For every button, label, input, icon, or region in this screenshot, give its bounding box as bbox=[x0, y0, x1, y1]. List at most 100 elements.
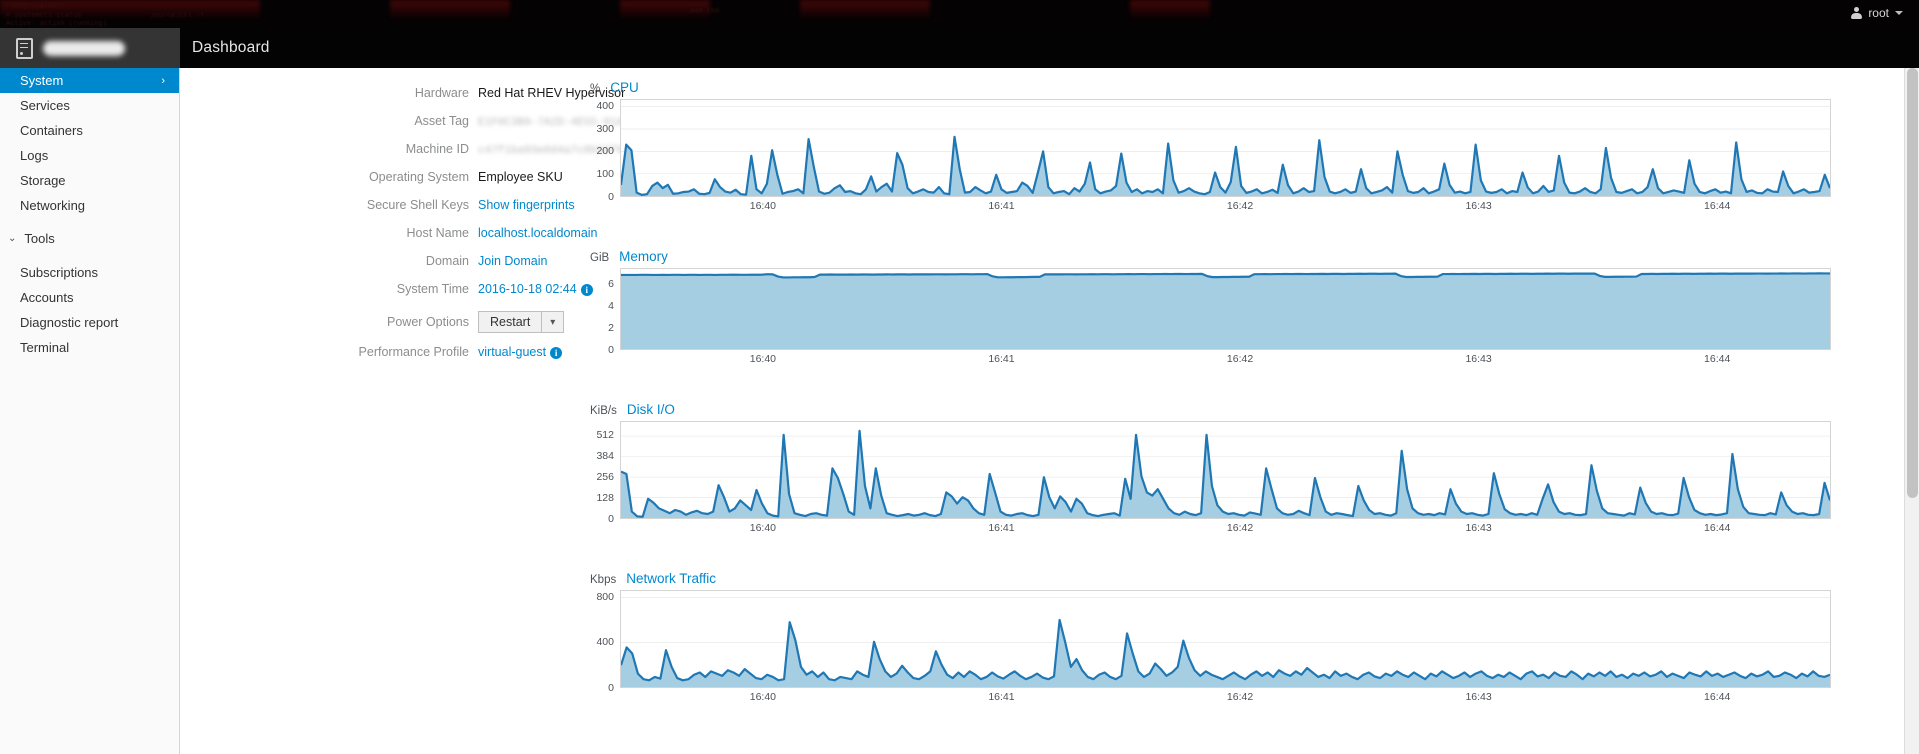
info-label: Asset Tag bbox=[298, 114, 478, 128]
x-tick-label: 16:41 bbox=[988, 522, 1014, 534]
system-time-link[interactable]: 2016-10-18 02:44 bbox=[478, 282, 577, 296]
join-domain-link[interactable]: Join Domain bbox=[478, 254, 547, 268]
sidebar-group-tools[interactable]: ⌄ Tools bbox=[0, 226, 179, 251]
sidebar-group-label: Tools bbox=[24, 231, 54, 246]
chart-title-link[interactable]: Disk I/O bbox=[627, 402, 675, 417]
strip-text-2: Active: active (running) bbox=[6, 20, 107, 28]
brand-host-button[interactable] bbox=[0, 28, 180, 68]
chart-plot-area: 0246 bbox=[586, 268, 1831, 350]
x-tick-label: 16:40 bbox=[750, 691, 776, 703]
performance-profile-info-icon[interactable]: i bbox=[550, 347, 562, 359]
sidebar-item-system[interactable]: System › bbox=[0, 68, 179, 93]
strip-text-0: root@localhost:~ bbox=[6, 3, 73, 11]
sidebar-item-containers[interactable]: Containers bbox=[0, 118, 179, 143]
chevron-down-icon bbox=[1895, 11, 1903, 15]
y-tick-label: 0 bbox=[608, 344, 614, 356]
info-label: Power Options bbox=[298, 315, 478, 329]
sidebar-item-label: Accounts bbox=[20, 290, 73, 305]
y-axis: 0100200300400 bbox=[586, 99, 618, 197]
sidebar-item-services[interactable]: Services bbox=[0, 93, 179, 118]
strip-text-3: journalctl -f bbox=[150, 12, 205, 20]
sidebar-item-label: Diagnostic report bbox=[20, 315, 118, 330]
y-tick-label: 200 bbox=[596, 145, 614, 157]
y-tick-label: 512 bbox=[596, 429, 614, 441]
host-name-link[interactable]: localhost.localdomain bbox=[478, 226, 598, 240]
info-label: Performance Profile bbox=[298, 345, 478, 359]
y-tick-label: 6 bbox=[608, 278, 614, 290]
plot-canvas bbox=[620, 590, 1831, 688]
x-tick-label: 16:43 bbox=[1465, 522, 1491, 534]
sidebar-item-label: Logs bbox=[20, 148, 48, 163]
chart-plot-area: 0400800 bbox=[586, 590, 1831, 688]
user-icon bbox=[1851, 7, 1862, 19]
sidebar-item-subscriptions[interactable]: Subscriptions bbox=[0, 260, 179, 285]
power-options-dropdown-toggle[interactable]: ▾ bbox=[542, 311, 564, 333]
y-tick-label: 0 bbox=[608, 513, 614, 525]
chart-unit-label: % bbox=[590, 83, 600, 95]
strip-text-1: # systemctl status bbox=[6, 12, 82, 20]
x-axis: 16:4016:4116:4216:4316:44 bbox=[620, 197, 1831, 213]
y-axis: 0246 bbox=[586, 268, 618, 350]
info-label: Host Name bbox=[298, 226, 478, 240]
power-options-group: Restart ▾ bbox=[478, 311, 564, 333]
chart-header: % CPU bbox=[586, 80, 1831, 95]
sidebar-nav: System › Services Containers Logs Storag… bbox=[0, 68, 180, 754]
sidebar-item-accounts[interactable]: Accounts bbox=[0, 285, 179, 310]
y-tick-label: 100 bbox=[596, 168, 614, 180]
x-tick-label: 16:44 bbox=[1704, 522, 1730, 534]
x-tick-label: 16:42 bbox=[1227, 522, 1253, 534]
sidebar-item-label: Storage bbox=[20, 173, 66, 188]
y-tick-label: 300 bbox=[596, 123, 614, 135]
server-icon bbox=[16, 38, 33, 59]
chart-cpu: % CPU 0100200300400 16:4016:4116:4216:43… bbox=[586, 80, 1831, 213]
page-title: Dashboard bbox=[192, 28, 270, 68]
x-axis: 16:4016:4116:4216:4316:44 bbox=[620, 688, 1831, 704]
chart-plot-area: 0100200300400 bbox=[586, 99, 1831, 197]
x-tick-label: 16:43 bbox=[1465, 353, 1491, 365]
charts-column: % CPU 0100200300400 16:4016:4116:4216:43… bbox=[586, 80, 1831, 740]
x-tick-label: 16:40 bbox=[750, 522, 776, 534]
x-tick-label: 16:44 bbox=[1704, 200, 1730, 212]
performance-profile-link[interactable]: virtual-guest bbox=[478, 345, 546, 359]
x-tick-label: 16:42 bbox=[1227, 200, 1253, 212]
show-fingerprints-link[interactable]: Show fingerprints bbox=[478, 198, 575, 212]
info-label: Secure Shell Keys bbox=[298, 198, 478, 212]
sidebar-item-storage[interactable]: Storage bbox=[0, 168, 179, 193]
chart-unit-label: GiB bbox=[590, 252, 609, 264]
x-tick-label: 16:42 bbox=[1227, 353, 1253, 365]
sidebar-item-label: Terminal bbox=[20, 340, 69, 355]
x-axis: 16:4016:4116:4216:4316:44 bbox=[620, 350, 1831, 366]
chart-title-link[interactable]: Network Traffic bbox=[626, 571, 716, 586]
y-axis: 0400800 bbox=[586, 590, 618, 688]
top-header-bar: Dashboard bbox=[0, 28, 1919, 68]
chart-unit-label: Kbps bbox=[590, 574, 616, 586]
sidebar-item-logs[interactable]: Logs bbox=[0, 143, 179, 168]
sidebar-item-terminal[interactable]: Terminal bbox=[0, 335, 179, 360]
y-tick-label: 800 bbox=[596, 591, 614, 603]
chart-title-link[interactable]: CPU bbox=[610, 80, 639, 95]
y-tick-label: 384 bbox=[596, 450, 614, 462]
info-label: Hardware bbox=[298, 86, 478, 100]
chart-plot-area: 0128256384512 bbox=[586, 421, 1831, 519]
sidebar-item-label: Subscriptions bbox=[20, 265, 98, 280]
info-label: Domain bbox=[298, 254, 478, 268]
main-scrollbar[interactable] bbox=[1904, 68, 1919, 754]
restart-button[interactable]: Restart bbox=[478, 311, 542, 333]
y-tick-label: 128 bbox=[596, 492, 614, 504]
y-tick-label: 0 bbox=[608, 191, 614, 203]
sidebar-item-networking[interactable]: Networking bbox=[0, 193, 179, 218]
x-tick-label: 16:44 bbox=[1704, 691, 1730, 703]
x-tick-label: 16:44 bbox=[1704, 353, 1730, 365]
chart-title-link[interactable]: Memory bbox=[619, 249, 668, 264]
user-menu-label: root bbox=[1868, 6, 1889, 20]
user-menu[interactable]: root bbox=[1845, 4, 1909, 22]
plot-canvas bbox=[620, 268, 1831, 350]
chart-header: KiB/s Disk I/O bbox=[586, 402, 1831, 417]
scrollbar-thumb[interactable] bbox=[1907, 68, 1918, 498]
chevron-down-icon: ⌄ bbox=[8, 233, 16, 244]
chart-unit-label: KiB/s bbox=[590, 405, 617, 417]
sidebar-item-diagnostic-report[interactable]: Diagnostic report bbox=[0, 310, 179, 335]
y-tick-label: 400 bbox=[596, 636, 614, 648]
info-value-operating-system: Employee SKU bbox=[478, 170, 563, 184]
x-tick-label: 16:41 bbox=[988, 353, 1014, 365]
